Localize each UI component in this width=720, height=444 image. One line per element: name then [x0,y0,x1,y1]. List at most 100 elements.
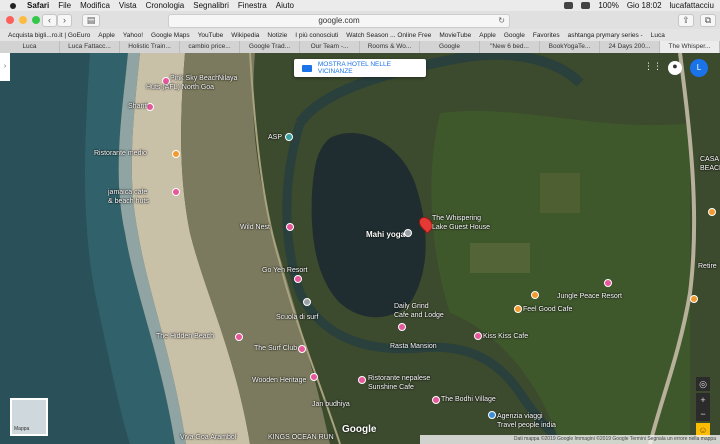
place-label[interactable]: Daily Grind [394,303,429,311]
place-pin[interactable] [708,208,716,216]
bookmark-item[interactable]: MovieTube [439,32,471,39]
place-pin[interactable] [531,291,539,299]
place-label[interactable]: Wild Nest [240,224,270,232]
share-icon[interactable]: ⇪ [678,14,694,27]
place-label[interactable]: Travel people india [497,422,556,430]
bookmark-item[interactable]: Apple [479,32,496,39]
bookmark-item[interactable]: Favorites [533,32,560,39]
place-pin[interactable] [286,223,294,231]
place-pin[interactable] [298,345,306,353]
place-label[interactable]: The Surf Club [254,345,297,353]
place-label[interactable]: Viva Goa Arambol [180,434,236,442]
volume-icon[interactable] [581,2,591,9]
place-pin[interactable] [604,279,612,287]
menu-bookmarks[interactable]: Segnalibri [193,1,229,10]
place-label[interactable]: Lake Guest House [432,224,490,232]
menu-history[interactable]: Cronologia [146,1,185,10]
bookmark-item[interactable]: ashtanga prymary series - [568,32,643,39]
place-label[interactable]: Huts (AFL) North Goa [146,84,214,92]
place-pin[interactable] [404,229,412,237]
menu-file[interactable]: File [58,1,71,10]
clock[interactable]: Gio 18:02 [627,1,662,10]
avatar[interactable]: L [690,59,708,77]
bookmark-item[interactable]: Google [504,32,525,39]
wifi-icon[interactable] [564,2,574,9]
place-pin[interactable] [432,396,440,404]
minimize-window-icon[interactable] [19,16,27,24]
place-label[interactable]: CASA [700,156,719,164]
place-label[interactable]: jamaica cafe [108,189,147,197]
address-bar[interactable]: google.com ↻ [168,14,510,28]
tab[interactable]: 24 Days 200... [600,41,660,53]
tab[interactable]: Luca Fattacc... [60,41,120,53]
tab[interactable]: Luca [0,41,60,53]
map-type-toggle[interactable]: Mappa [10,398,48,436]
account-icon[interactable]: ● [668,61,682,75]
reload-icon[interactable]: ↻ [498,15,505,27]
tab[interactable]: BookYogaTe... [540,41,600,53]
close-window-icon[interactable] [6,16,14,24]
place-label[interactable]: Ristorante nepalese [368,375,430,383]
apple-menu-icon[interactable] [10,2,16,9]
menu-window[interactable]: Finestra [238,1,267,10]
map-attribution[interactable]: Dati mappa ©2019 Google Immagini ©2019 G… [420,435,720,444]
menu-help[interactable]: Aiuto [276,1,294,10]
place-label[interactable]: Kiss Kiss Cafe [483,333,528,341]
bookmark-item[interactable]: Google Maps [151,32,190,39]
bookmark-item[interactable]: Acquista bigli...ro.it | GoEuro [8,32,90,39]
bookmark-item[interactable]: YouTube [198,32,224,39]
place-pin[interactable] [358,376,366,384]
place-label[interactable]: ASP [268,134,282,142]
place-label[interactable]: Pink Sky Beach [170,75,219,83]
place-label[interactable]: Cafe and Lodge [394,312,444,320]
place-label[interactable]: Ristorante medio [94,150,147,158]
place-label[interactable]: Shanti [128,103,148,111]
place-label[interactable]: Scuola di surf [276,314,318,322]
place-pin[interactable] [294,275,302,283]
forward-button[interactable]: › [57,14,72,27]
place-label[interactable]: The Hidden Beach [156,333,214,341]
satellite-map[interactable]: › MOSTRA HOTEL NELLE VICINANZE Pink Sky … [0,53,720,444]
bookmark-item[interactable]: I più conosciuti [295,32,338,39]
place-label[interactable]: Rasta Mansion [390,343,437,351]
tab[interactable]: cambio price... [180,41,240,53]
place-label[interactable]: & beach huts [108,198,149,206]
place-pin[interactable] [690,295,698,303]
place-label[interactable]: KINGS OCEAN RUN [268,434,334,442]
tab[interactable]: Rooms & Wo... [360,41,420,53]
tab[interactable]: Our Team -... [300,41,360,53]
restaurant-pin[interactable] [172,150,180,158]
place-pin[interactable] [235,333,243,341]
place-label[interactable]: Feel Good Cafe [523,306,572,314]
sidebar-toggle-icon[interactable]: ▤ [82,14,100,27]
bookmark-item[interactable]: Yahoo! [123,32,143,39]
menu-app-name[interactable]: Safari [27,1,49,10]
travel-agency-pin[interactable] [488,411,496,419]
zoom-out-button[interactable]: − [696,407,710,421]
my-location-icon[interactable]: ◎ [696,377,710,391]
place-label[interactable]: The Whispering [432,215,481,223]
place-label[interactable]: Agenzia viaggi [497,413,543,421]
bookmark-item[interactable]: Wikipedia [231,32,259,39]
apps-grid-icon[interactable]: ⋮⋮ [644,61,662,75]
place-label[interactable]: The Bodhi Village [441,396,496,404]
bookmark-item[interactable]: Notizie [267,32,287,39]
place-label[interactable]: BEACH [700,165,720,173]
bookmark-item[interactable]: Apple [98,32,115,39]
user-name[interactable]: lucafattacciu [670,1,714,10]
menu-view[interactable]: Vista [119,1,137,10]
place-pin[interactable] [285,133,293,141]
place-pin[interactable] [172,188,180,196]
side-panel-toggle[interactable]: › [0,53,10,81]
menu-edit[interactable]: Modifica [80,1,110,10]
place-label[interactable]: Go Yeh Resort [262,267,308,275]
place-pin[interactable] [310,373,318,381]
place-label[interactable]: Jungle Peace Resort [557,293,622,301]
tabs-overview-icon[interactable]: ⧉ [700,14,716,27]
place-pin[interactable] [303,298,311,306]
tab[interactable]: Google Trad... [240,41,300,53]
place-label[interactable]: Retire [698,263,717,271]
place-label[interactable]: Sunshine Cafe [368,384,414,392]
tab-active[interactable]: The Whisper... [660,41,720,53]
place-label[interactable]: Wooden Heritage [252,377,306,385]
